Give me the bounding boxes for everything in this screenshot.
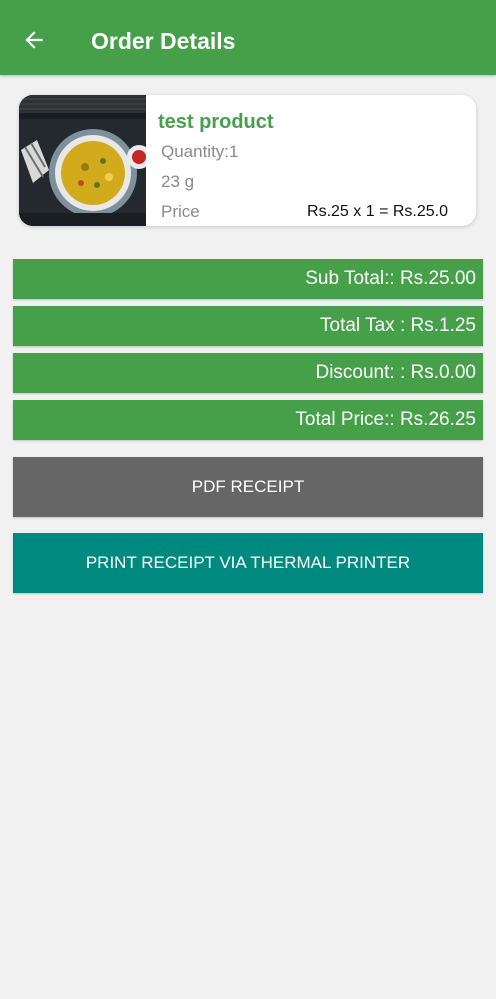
total-tax-row: Total Tax : Rs.1.25: [13, 306, 483, 346]
discount-row: Discount: : Rs.0.00: [13, 353, 483, 393]
price-calculation: Rs.25 x 1 = Rs.25.0: [307, 203, 448, 220]
product-image: [19, 95, 146, 226]
product-weight: 23 g: [161, 172, 195, 191]
sub-total-row: Sub Total:: Rs.25.00: [13, 259, 483, 299]
discount-text: Discount: : Rs.0.00: [315, 362, 476, 383]
product-card[interactable]: test product Quantity:1 23 g Price Rs.25…: [19, 95, 476, 226]
back-button[interactable]: [16, 22, 52, 58]
app-bar: Order Details: [0, 0, 496, 75]
total-price-row: Total Price:: Rs.26.25: [13, 400, 483, 440]
arrow-left-icon: [25, 31, 43, 49]
sub-total-text: Sub Total:: Rs.25.00: [305, 268, 476, 289]
print-thermal-receipt-button[interactable]: PRINT RECEIPT VIA THERMAL PRINTER: [13, 533, 483, 593]
product-name: test product: [158, 111, 274, 133]
pdf-receipt-button[interactable]: PDF RECEIPT: [13, 457, 483, 517]
total-tax-text: Total Tax : Rs.1.25: [320, 315, 476, 336]
page-title: Order Details: [91, 28, 236, 54]
price-label: Price: [161, 202, 200, 221]
product-quantity: Quantity:1: [161, 142, 239, 161]
total-price-text: Total Price:: Rs.26.25: [295, 409, 476, 430]
